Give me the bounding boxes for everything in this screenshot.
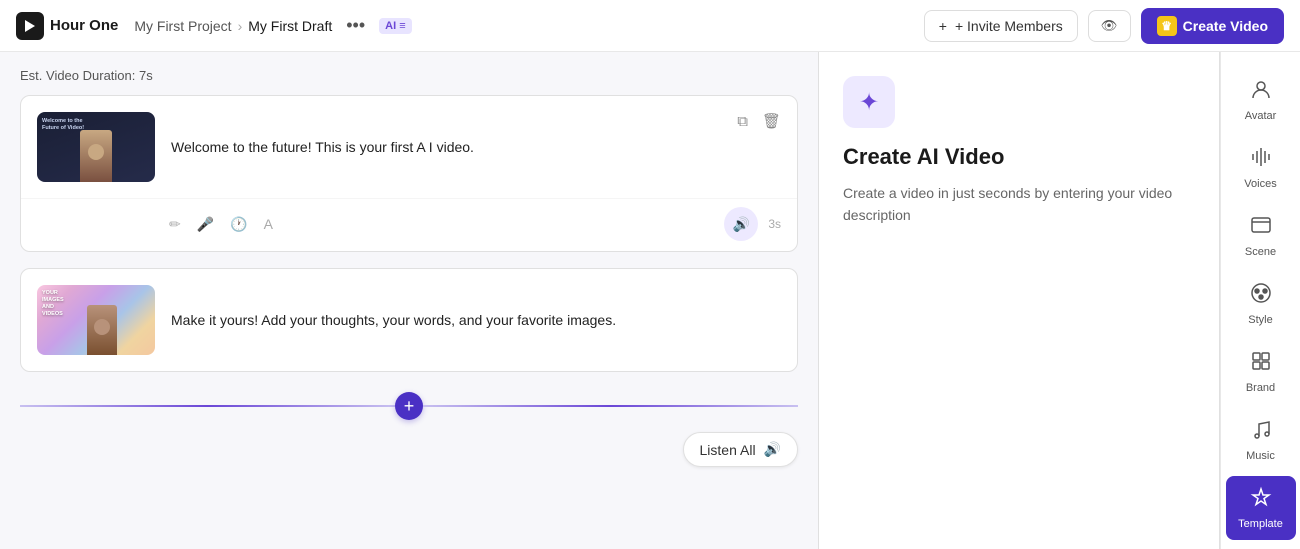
breadcrumb: My First Project › My First Draft: [134, 18, 332, 34]
listen-all-label: Listen All: [700, 442, 756, 458]
sparkle-icon: ✦: [859, 88, 879, 117]
sidebar-item-voices[interactable]: Voices: [1226, 136, 1296, 200]
sidebar-item-brand[interactable]: Brand: [1226, 340, 1296, 404]
logo-icon: [16, 12, 44, 40]
avatar-label: Avatar: [1245, 110, 1277, 122]
template-icon: [1250, 486, 1272, 514]
create-video-label: Create Video: [1183, 18, 1268, 34]
scene1-top-actions: ⧉ 🗑: [733, 108, 785, 134]
duration-bar: Est. Video Duration: 7s: [0, 68, 818, 95]
scene-card-2: YOURIMAGESANDVIDEOS Make it yours! Add y…: [20, 268, 798, 372]
ai-badge: AI ≡: [379, 18, 411, 34]
scene2-text[interactable]: Make it yours! Add your thoughts, your w…: [171, 310, 781, 331]
avatar-icon: [1250, 78, 1272, 106]
invite-label: + Invite Members: [955, 18, 1063, 34]
listen-all-icon: 🔊: [764, 441, 781, 458]
microphone-icon[interactable]: 🎤: [197, 216, 214, 233]
scene-card-1: ⧉ 🗑 Welcome to theFuture of Video! Welco…: [20, 95, 798, 252]
template-label: Template: [1238, 518, 1283, 530]
create-pane-icon: ✦: [843, 76, 895, 128]
breadcrumb-separator: ›: [238, 18, 243, 34]
scene1-thumbnail[interactable]: Welcome to theFuture of Video!: [37, 112, 155, 182]
scene1-audio-controls: 🔊 3s: [724, 207, 781, 241]
editor-pane: Est. Video Duration: 7s ⧉ 🗑 Welcome to t…: [0, 52, 818, 549]
scene2-text-area: Make it yours! Add your thoughts, your w…: [171, 285, 781, 355]
scene-label: Scene: [1245, 246, 1276, 258]
breadcrumb-current: My First Draft: [248, 18, 332, 34]
scene1-audio-button[interactable]: 🔊: [724, 207, 758, 241]
style-icon: [1250, 282, 1272, 310]
scene-icon: [1250, 214, 1272, 242]
scene2-inner: YOURIMAGESANDVIDEOS Make it yours! Add y…: [21, 269, 797, 371]
create-ai-video-pane: ✦ Create AI Video Create a video in just…: [819, 52, 1219, 549]
add-scene-line: [20, 405, 395, 407]
add-scene-button[interactable]: +: [395, 392, 423, 420]
sidebar-item-music[interactable]: Music: [1226, 408, 1296, 472]
invite-icon: +: [939, 18, 947, 34]
sidebar-item-coins[interactable]: Co New: [1226, 544, 1296, 549]
thumb1-head: [88, 144, 104, 160]
clock-icon[interactable]: 🕐: [230, 216, 247, 233]
scene1-copy-button[interactable]: ⧉: [733, 108, 752, 134]
logo: Hour One: [16, 12, 118, 40]
scene1-delete-button[interactable]: 🗑: [758, 108, 785, 134]
music-label: Music: [1246, 450, 1275, 462]
scene1-duration: 3s: [768, 217, 781, 231]
topnav-right: + + Invite Members 👁 ♛ Create Video: [924, 8, 1284, 44]
breadcrumb-project[interactable]: My First Project: [134, 18, 231, 34]
voices-label: Voices: [1244, 178, 1276, 190]
font-icon[interactable]: A: [264, 216, 273, 232]
music-icon: [1250, 418, 1272, 446]
sidebar-item-style[interactable]: Style: [1226, 272, 1296, 336]
topnav: Hour One My First Project › My First Dra…: [0, 0, 1300, 52]
style-label: Style: [1248, 314, 1272, 326]
scene2-thumbnail[interactable]: YOURIMAGESANDVIDEOS: [37, 285, 155, 355]
topnav-left: Hour One My First Project › My First Dra…: [16, 11, 412, 40]
thumb2-head: [94, 319, 110, 335]
brand-icon: [1250, 350, 1272, 378]
right-sidebar: Avatar Voices Scene Style Brand: [1220, 52, 1300, 549]
sidebar-item-template[interactable]: Template: [1226, 476, 1296, 540]
edit-icon[interactable]: ✏: [169, 216, 181, 233]
add-scene-container: +: [0, 388, 818, 424]
eye-icon: 👁: [1101, 18, 1118, 33]
create-pane-title: Create AI Video: [843, 144, 1195, 170]
create-video-button[interactable]: ♛ Create Video: [1141, 8, 1284, 44]
voices-icon: [1250, 146, 1272, 174]
scene1-toolbar: ✏ 🎤 🕐 A 🔊 3s: [21, 198, 797, 251]
crown-icon: ♛: [1157, 16, 1177, 36]
more-options-button[interactable]: •••: [340, 11, 371, 40]
brand-label: Brand: [1246, 382, 1275, 394]
thumb1-overlay-text: Welcome to theFuture of Video!: [42, 118, 84, 132]
scene1-tools: ✏ 🎤 🕐 A: [169, 216, 273, 233]
preview-button[interactable]: 👁: [1088, 10, 1131, 42]
main-content: Est. Video Duration: 7s ⧉ 🗑 Welcome to t…: [0, 52, 1300, 549]
invite-members-button[interactable]: + + Invite Members: [924, 10, 1078, 42]
add-scene-line-right: [423, 405, 798, 407]
listen-all-container: Listen All 🔊: [0, 424, 818, 475]
scene1-text[interactable]: Welcome to the future! This is your firs…: [171, 137, 781, 158]
scene1-inner: Welcome to theFuture of Video! Welcome t…: [21, 96, 797, 198]
scene1-text-area: Welcome to the future! This is your firs…: [171, 112, 781, 182]
sidebar-item-scene[interactable]: Scene: [1226, 204, 1296, 268]
duration-label: Est. Video Duration: 7s: [20, 68, 153, 83]
create-pane-description: Create a video in just seconds by enteri…: [843, 182, 1195, 227]
logo-text: Hour One: [50, 17, 118, 34]
listen-all-button[interactable]: Listen All 🔊: [683, 432, 798, 467]
volume-icon: 🔊: [733, 216, 750, 233]
thumb2-overlay-text: YOURIMAGESANDVIDEOS: [42, 290, 64, 319]
sidebar-item-avatar[interactable]: Avatar: [1226, 68, 1296, 132]
